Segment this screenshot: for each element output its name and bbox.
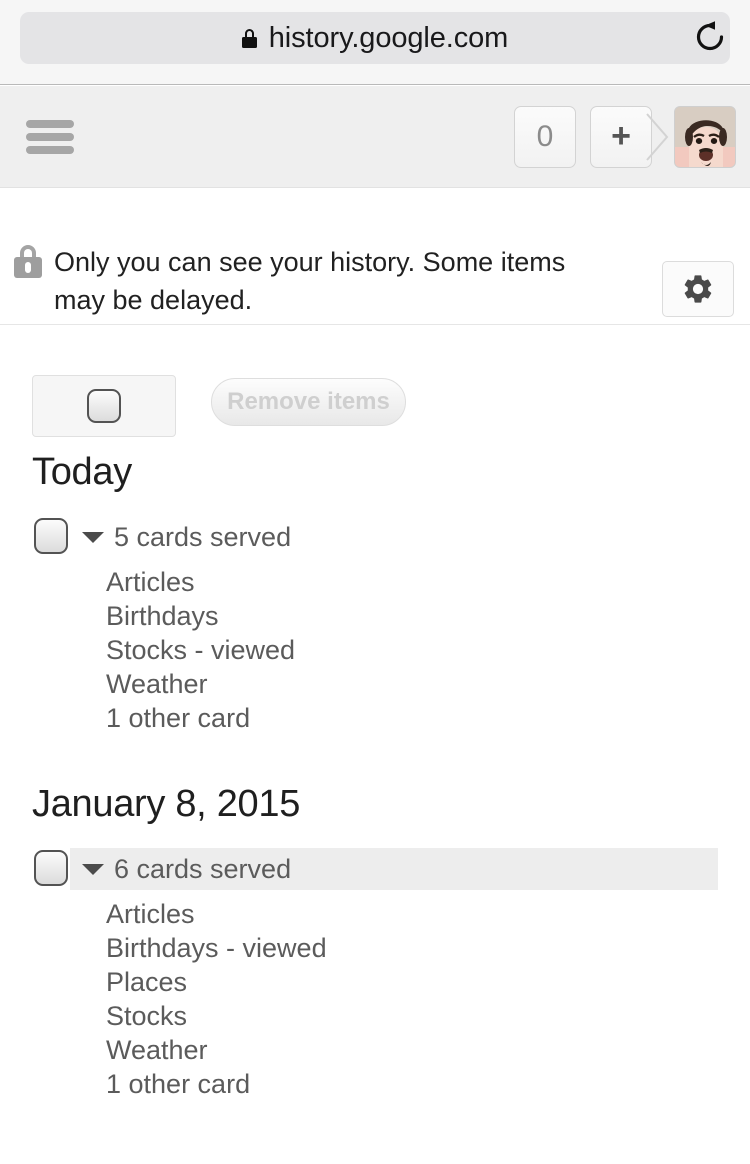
chevron-down-icon[interactable] xyxy=(82,863,104,875)
list-item[interactable]: 1 other card xyxy=(106,701,750,735)
group-header-row[interactable]: 6 cards served xyxy=(70,848,718,890)
list-item[interactable]: Stocks - viewed xyxy=(106,633,750,667)
list-item[interactable]: Birthdays xyxy=(106,599,750,633)
list-item[interactable]: Places xyxy=(106,965,750,999)
group-checkbox[interactable] xyxy=(34,518,68,554)
group-header-row[interactable]: 5 cards served xyxy=(70,516,718,558)
settings-button[interactable] xyxy=(662,261,734,317)
new-tab-button[interactable]: + xyxy=(590,105,652,168)
reload-icon[interactable] xyxy=(684,11,736,63)
list-item[interactable]: Weather xyxy=(106,1033,750,1067)
group-header: 5 cards served xyxy=(0,516,750,558)
history-group: 6 cards served Articles Birthdays - view… xyxy=(0,848,750,1101)
history-list: Today 5 cards served Articles Birthdays … xyxy=(0,451,750,1101)
group-checkbox[interactable] xyxy=(34,850,68,886)
hamburger-menu-icon[interactable] xyxy=(26,119,74,154)
select-all-checkbox[interactable] xyxy=(87,389,121,423)
gear-icon xyxy=(684,275,712,303)
card-list: Articles Birthdays Stocks - viewed Weath… xyxy=(106,565,750,735)
url-text: history.google.com xyxy=(268,21,509,54)
group-header: 6 cards served xyxy=(0,848,750,890)
chevron-right-icon xyxy=(646,112,669,161)
lock-icon xyxy=(241,28,257,48)
browser-chrome: history.google.com xyxy=(0,0,750,85)
select-all-button[interactable] xyxy=(32,375,176,437)
remove-items-button[interactable]: Remove items xyxy=(211,378,406,426)
list-item[interactable]: Stocks xyxy=(106,999,750,1033)
history-section: January 8, 2015 6 cards served Articles … xyxy=(0,783,750,1101)
card-list: Articles Birthdays - viewed Places Stock… xyxy=(106,897,750,1101)
new-tab-group: + xyxy=(590,105,670,168)
page-root: history.google.com 0 + Only you can see … xyxy=(0,0,750,1164)
list-item[interactable]: Weather xyxy=(106,667,750,701)
section-title: Today xyxy=(32,451,132,493)
section-title: January 8, 2015 xyxy=(32,783,301,825)
history-section: Today 5 cards served Articles Birthdays … xyxy=(0,451,750,735)
action-bar: Remove items xyxy=(0,326,750,451)
history-group: 5 cards served Articles Birthdays Stocks… xyxy=(0,516,750,735)
group-label: 6 cards served xyxy=(114,853,292,884)
list-item[interactable]: Articles xyxy=(106,565,750,599)
chevron-down-icon[interactable] xyxy=(82,531,104,543)
list-item[interactable]: Articles xyxy=(106,897,750,931)
privacy-notice-text: Only you can see your history. Some item… xyxy=(54,247,566,315)
app-toolbar: 0 + xyxy=(0,86,750,188)
toolbar-buttons: 0 + xyxy=(514,105,750,168)
avatar[interactable] xyxy=(674,105,736,168)
url-bar[interactable]: history.google.com xyxy=(20,12,730,64)
lock-icon xyxy=(14,245,42,278)
url-bar-content: history.google.com xyxy=(241,21,509,54)
tab-count-button[interactable]: 0 xyxy=(514,105,576,168)
list-item[interactable]: Birthdays - viewed xyxy=(106,931,750,965)
list-item[interactable]: 1 other card xyxy=(106,1067,750,1101)
group-label: 5 cards served xyxy=(114,521,292,552)
